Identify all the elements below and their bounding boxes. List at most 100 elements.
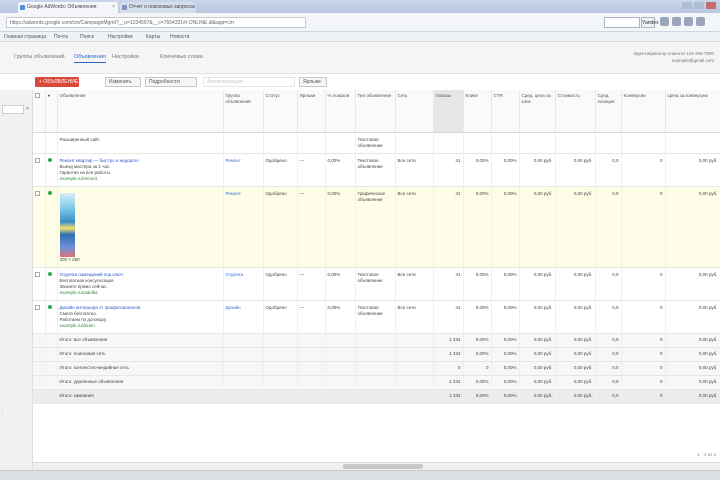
- bookmark-item[interactable]: Карты: [146, 33, 160, 41]
- labels-dropdown[interactable]: Ярлыки: [299, 77, 327, 87]
- ad-cell[interactable]: Отделка помещений под ключ Бесплатная кон…: [57, 267, 224, 301]
- empty-cell: [355, 375, 396, 390]
- sidebar-search-input[interactable]: [2, 105, 24, 114]
- column-header[interactable]: Ярлыки: [297, 90, 326, 133]
- account-email[interactable]: example@gmail.com: [634, 57, 714, 64]
- ad-group-link[interactable]: Дизайн: [223, 300, 264, 334]
- totals-metric: 0,00%: [463, 375, 492, 390]
- table-row: Отделка помещений под ключ Бесплатная кон…: [33, 267, 720, 301]
- tab-ads[interactable]: Объявления: [74, 54, 106, 63]
- column-header[interactable]: Тип объявления: [355, 90, 396, 133]
- bookmark-item[interactable]: Почта: [54, 33, 68, 41]
- close-icon[interactable]: ×: [112, 2, 115, 13]
- empty-cell: [223, 389, 264, 404]
- ad-cell[interactable]: Расширенный сайт: [57, 132, 224, 154]
- column-header[interactable]: Сеть: [395, 90, 434, 133]
- bookmark-item[interactable]: Новости: [170, 33, 189, 41]
- column-header[interactable]: Сред. цена за клик: [519, 90, 556, 133]
- menu-icon[interactable]: [696, 17, 705, 26]
- empty-cell: [263, 333, 298, 348]
- ad-cell[interactable]: 300 × 250: [57, 186, 224, 268]
- browser-tab-report[interactable]: Отчет о поисковых запросах: [120, 2, 196, 13]
- maximize-icon[interactable]: [694, 2, 704, 9]
- metric-cell: 0: [621, 153, 666, 187]
- empty-cell: [33, 375, 46, 390]
- ad-group-link[interactable]: Отделка: [223, 267, 264, 301]
- ad-cell[interactable]: Дизайн интерьера от профессионалов Смета …: [57, 300, 224, 334]
- automate-dropdown[interactable]: Автоматизация: [203, 77, 295, 87]
- status-dot-icon[interactable]: [47, 157, 52, 162]
- row-checkbox[interactable]: [35, 157, 40, 163]
- new-ad-button[interactable]: + ОБЪЯВЛЕНИЕ: [35, 77, 79, 87]
- horizontal-scrollbar[interactable]: [33, 462, 720, 470]
- bookmark-item[interactable]: Настройки: [108, 33, 133, 41]
- totals-metric: 0,00%: [491, 375, 520, 390]
- ad-group-link[interactable]: [223, 132, 264, 154]
- row-checkbox[interactable]: [35, 304, 40, 310]
- column-header[interactable]: Клики: [463, 90, 492, 133]
- totals-row: Итого: кампания 1 234 0,00% 0,00% 0,00 руб. 0…: [33, 389, 720, 404]
- column-header[interactable]: Стоимость: [555, 90, 596, 133]
- metric-cell: 0,00%: [491, 186, 520, 268]
- ad-group-link[interactable]: Ремонт: [223, 153, 264, 187]
- totals-metric: 0,00 руб.: [519, 389, 556, 404]
- column-header[interactable]: % показов: [325, 90, 356, 133]
- row-select-cell: [33, 132, 46, 154]
- select-all-checkbox[interactable]: [35, 93, 40, 98]
- metric-cell: 0,00%: [491, 153, 520, 187]
- tab-keywords[interactable]: Ключевые слова: [160, 54, 203, 60]
- tab-ad-groups[interactable]: Группы объявлений: [14, 54, 65, 60]
- search-button[interactable]: Yandex: [641, 17, 659, 28]
- column-header[interactable]: Статус: [263, 90, 298, 133]
- network: Все сети: [395, 186, 434, 268]
- bookmark-item[interactable]: Поиск: [80, 33, 94, 41]
- status-dot-icon[interactable]: [47, 190, 52, 195]
- row-checkbox[interactable]: [35, 190, 40, 196]
- edit-dropdown[interactable]: Изменить: [105, 77, 141, 87]
- totals-label: Итого: все объявления: [57, 333, 224, 348]
- metric-cell: 41: [433, 300, 464, 334]
- bookmark-item[interactable]: Главная страница: [4, 33, 46, 41]
- row-checkbox[interactable]: [35, 271, 40, 277]
- totals-metric: 0,00 руб.: [665, 389, 720, 404]
- ad-cell[interactable]: Ремонт квартир — быстро и недорого Выезд …: [57, 153, 224, 187]
- column-header[interactable]: Группа объявлений: [223, 90, 264, 133]
- totals-metric: 0,00%: [491, 361, 520, 376]
- minimize-icon[interactable]: [682, 2, 692, 9]
- column-header[interactable]: Конверсии: [621, 90, 666, 133]
- metric-cell: 0,00 руб.: [665, 300, 720, 334]
- details-dropdown[interactable]: Подробности: [145, 77, 197, 87]
- url-field[interactable]: https://adwords.google.com/cm/CampaignMg…: [6, 17, 306, 28]
- status-text: [263, 132, 298, 154]
- network: [395, 132, 434, 154]
- totals-metric: 0,00 руб.: [555, 389, 596, 404]
- status-text: Одобрено: [263, 300, 298, 334]
- search-input[interactable]: [604, 17, 640, 28]
- image-ad-thumbnail[interactable]: [59, 192, 75, 257]
- column-header[interactable]: Показы: [433, 90, 464, 133]
- empty-cell: [325, 361, 356, 376]
- collapse-icon[interactable]: «: [26, 105, 32, 114]
- empty-cell: [395, 389, 434, 404]
- empty-cell: [325, 333, 356, 348]
- tab-settings[interactable]: Настройки: [112, 54, 139, 60]
- browser-tab-adwords[interactable]: Google AdWords: Объявления ×: [18, 2, 118, 13]
- column-header[interactable]: CTR: [491, 90, 520, 133]
- ad-group-link[interactable]: Ремонт: [223, 186, 264, 268]
- home-icon[interactable]: [660, 17, 669, 26]
- column-header[interactable]: Сред. позиция: [595, 90, 622, 133]
- totals-label: Итого: поисковая сеть: [57, 347, 224, 362]
- status-dot-icon[interactable]: [47, 271, 52, 276]
- status-dot-icon[interactable]: [47, 304, 52, 309]
- row-select-cell: [33, 186, 46, 268]
- close-window-icon[interactable]: [706, 2, 716, 9]
- scrollbar-thumb[interactable]: [343, 464, 423, 469]
- metric-cell: 0,0: [595, 153, 622, 187]
- totals-metric: 1 234: [433, 347, 464, 362]
- star-icon[interactable]: [672, 17, 681, 26]
- column-header[interactable]: Цена за конверсию: [665, 90, 720, 133]
- column-header[interactable]: Объявление: [57, 90, 224, 133]
- empty-cell: [297, 389, 326, 404]
- metric-cell: 0,00%: [463, 153, 492, 187]
- settings-icon[interactable]: [684, 17, 693, 26]
